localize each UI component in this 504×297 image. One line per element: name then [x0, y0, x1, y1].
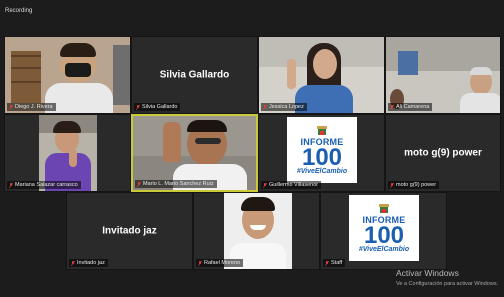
mic-muted-icon	[198, 260, 202, 266]
mic-muted-icon	[325, 260, 329, 266]
participant-tile-mario[interactable]: Mario L. Mario Sanchez Ruiz	[131, 114, 258, 192]
participant-name-bar: Mariana Salazar carrasco	[7, 181, 81, 189]
participant-video	[259, 37, 384, 113]
mic-muted-icon	[71, 260, 75, 266]
participant-name: Rafael Moreno	[204, 260, 241, 266]
participant-name-bar: Guillermo Villasenor	[261, 181, 322, 189]
participant-name-bar: Staff	[323, 259, 346, 267]
participant-video	[386, 37, 500, 113]
coat-of-arms-icon	[377, 202, 391, 215]
logo-line3: #ViveElCambio	[296, 168, 348, 176]
participant-name: Guillermo Villasenor	[269, 182, 319, 188]
participant-name-bar: Silvia Gallardo	[134, 103, 181, 111]
participant-tile-rafael[interactable]: Rafael Moreno	[193, 192, 320, 270]
participant-name-bar: moto g(9) power	[388, 181, 440, 189]
participant-tile-invitado[interactable]: Invitado jaz Invitado jaz	[66, 192, 193, 270]
participant-tile-guillermo[interactable]: INFORME 100 #ViveElCambio Guillermo Vill…	[258, 114, 385, 192]
mic-muted-icon	[9, 104, 13, 110]
participant-display-name: Invitado jaz	[102, 225, 157, 237]
participant-name-bar: Invitado jaz	[69, 259, 108, 267]
participant-display-name: Silvia Gallardo	[159, 69, 230, 81]
logo-line2: 100	[363, 221, 405, 249]
windows-activation-subtitle: Ve a Configuración para activar Windows.	[396, 281, 499, 287]
participant-name: Jessica Lopez	[269, 104, 304, 110]
participant-name: Mario L. Mario Sanchez Ruiz	[143, 181, 214, 187]
mic-muted-icon	[390, 104, 394, 110]
participant-name-bar: Jessica Lopez	[261, 103, 307, 111]
participant-tile-ali[interactable]: Ali Camarena	[385, 36, 501, 114]
mic-muted-icon	[263, 104, 267, 110]
participant-display-name: moto g(9) power	[404, 147, 482, 159]
logo-line3: #ViveElCambio	[358, 246, 410, 254]
participant-name-bar: Mario L. Mario Sanchez Ruiz	[135, 180, 217, 188]
participant-name-bar: Ali Camarena	[388, 103, 433, 111]
participant-name: Ali Camarena	[396, 104, 430, 110]
participant-video	[5, 37, 130, 113]
mic-muted-icon	[263, 182, 267, 188]
mic-muted-icon	[136, 104, 140, 110]
participant-tile-moto[interactable]: moto g(9) power moto g(9) power	[385, 114, 501, 192]
participant-name-bar: Diego J. Rivera	[7, 103, 56, 111]
participant-video	[133, 116, 256, 190]
participant-name-bar: Rafael Moreno	[196, 259, 244, 267]
participant-name: Silvia Gallardo	[142, 104, 178, 110]
recording-indicator: Recording	[5, 8, 33, 14]
participant-tile-mariana[interactable]: Mariana Salazar carrasco	[4, 114, 131, 192]
participant-name: Mariana Salazar carrasco	[15, 182, 78, 188]
windows-activation-title: Activar Windows	[396, 268, 459, 278]
participant-name: Invitado jaz	[77, 260, 105, 266]
mic-muted-icon	[9, 182, 13, 188]
participant-name: Diego J. Rivera	[15, 104, 53, 110]
mic-muted-icon	[137, 181, 141, 187]
informe-logo: INFORME 100 #ViveElCambio	[349, 195, 419, 261]
mic-muted-icon	[390, 182, 394, 188]
participant-tile-silvia[interactable]: Silvia Gallardo Silvia Gallardo	[131, 36, 258, 114]
participant-tile-staff[interactable]: INFORME 100 #ViveElCambio Staff	[320, 192, 447, 270]
informe-logo: INFORME 100 #ViveElCambio	[287, 117, 357, 183]
coat-of-arms-icon	[315, 124, 329, 137]
participant-tile-diego[interactable]: Diego J. Rivera	[4, 36, 131, 114]
participant-name: moto g(9) power	[396, 182, 437, 188]
logo-line2: 100	[301, 143, 343, 171]
participant-tile-jessica[interactable]: Jessica Lopez	[258, 36, 385, 114]
participant-name: Staff	[331, 260, 343, 266]
